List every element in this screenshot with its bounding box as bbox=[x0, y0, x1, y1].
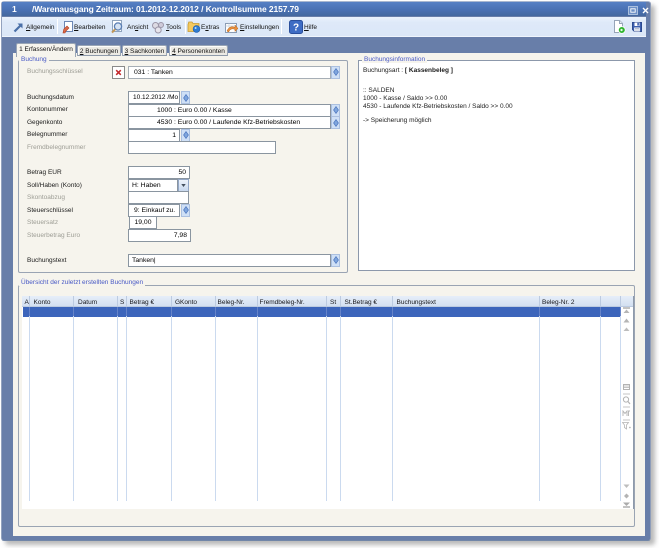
svg-text:?: ? bbox=[292, 23, 298, 34]
